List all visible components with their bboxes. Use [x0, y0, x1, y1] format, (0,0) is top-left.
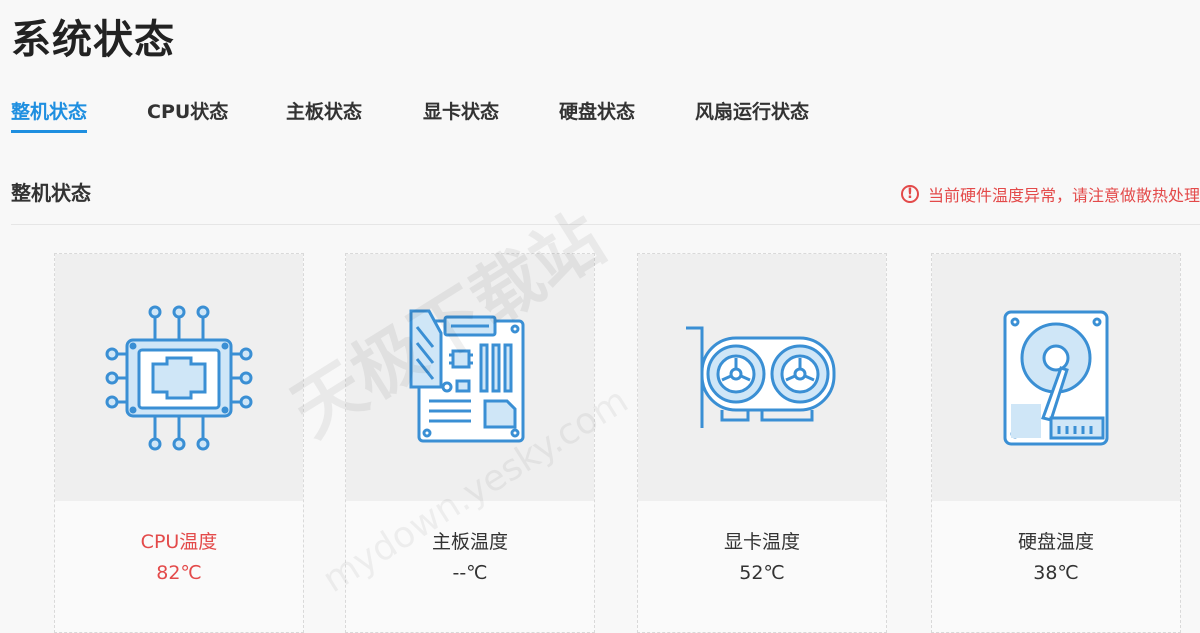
card-image	[932, 254, 1180, 501]
hard-disk-temperature-value: 38℃	[1033, 562, 1079, 584]
divider	[11, 224, 1200, 225]
motherboard-temperature-card: 主板温度 --℃	[345, 253, 595, 633]
tab-system-overview[interactable]: 整机状态	[11, 96, 88, 133]
cpu-temperature-card: CPU温度 82℃	[54, 253, 304, 633]
tab-graphics-card[interactable]: 显卡状态	[423, 96, 499, 128]
tab-cpu[interactable]: CPU状态	[147, 96, 228, 128]
card-image	[638, 254, 886, 501]
motherboard-temperature-label: 主板温度	[431, 531, 508, 553]
cpu-temperature-value: 82℃	[156, 562, 202, 584]
motherboard-temperature-value: --℃	[452, 562, 488, 584]
graphics-card-icon	[686, 326, 836, 428]
hard-disk-temperature-label: 硬盘温度	[1017, 531, 1094, 553]
tab-fan[interactable]: 风扇运行状态	[695, 96, 809, 128]
page-title: 系统状态	[11, 17, 175, 63]
tab-motherboard[interactable]: 主板状态	[286, 96, 362, 128]
card-image	[346, 254, 594, 501]
hard-disk-icon	[1003, 310, 1109, 445]
section-title: 整机状态	[11, 181, 91, 205]
temperature-alert: ! 当前硬件温度异常，请注意做散热处理	[900, 180, 1200, 208]
card-image	[55, 254, 303, 501]
tab-bar: 整机状态 CPU状态 主板状态 显卡状态 硬盘状态 风扇运行状态	[0, 96, 1200, 136]
graphics-card-temperature-card: 显卡温度 52℃	[637, 253, 887, 633]
alert-text: 当前硬件温度异常，请注意做散热处理	[927, 186, 1200, 205]
exclamation-circle-icon: !	[900, 185, 919, 203]
graphics-card-temperature-label: 显卡温度	[723, 531, 800, 553]
tab-hard-disk[interactable]: 硬盘状态	[559, 96, 635, 128]
motherboard-icon	[409, 309, 525, 442]
cpu-temperature-label: CPU温度	[140, 531, 218, 553]
graphics-card-temperature-value: 52℃	[739, 562, 785, 584]
hard-disk-temperature-card: 硬盘温度 38℃	[931, 253, 1181, 633]
cpu-chip-icon	[105, 305, 253, 450]
